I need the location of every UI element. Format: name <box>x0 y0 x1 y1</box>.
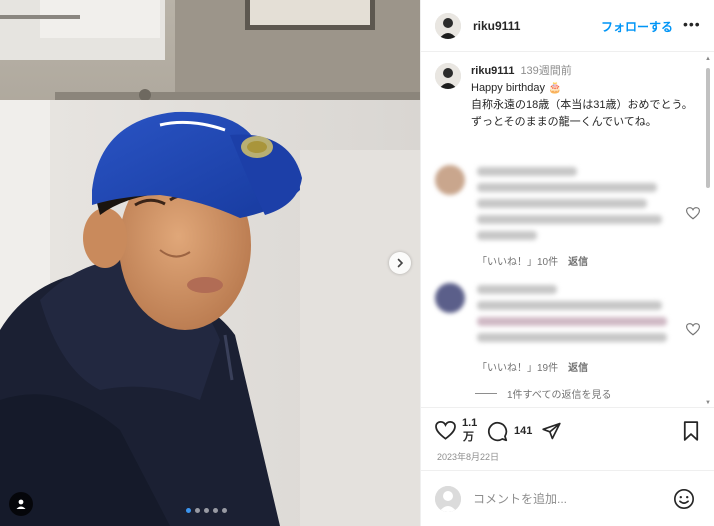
bookmark-icon[interactable] <box>683 421 699 441</box>
blurred-text <box>477 183 657 192</box>
carousel-dot <box>222 508 227 513</box>
emoji-icon[interactable] <box>673 488 695 510</box>
caption-line: 自称永遠の18歳（本当は31歳）おめでとう。 <box>471 99 693 111</box>
scroll-up-arrow[interactable]: ▲ <box>705 56 711 62</box>
comment-like-icon[interactable] <box>686 207 700 220</box>
caption-line: Happy birthday 🎂 <box>471 82 562 94</box>
chevron-right-icon <box>397 258 404 268</box>
comment-input[interactable] <box>473 492 663 506</box>
photo-image <box>0 0 420 526</box>
share-icon[interactable] <box>541 421 562 441</box>
caption-avatar[interactable] <box>435 63 461 89</box>
caption-line: ずっとそのままの龍一くんでいてね。 <box>471 116 657 128</box>
post-header: riku9111 フォローする ••• <box>421 0 714 52</box>
divider-line <box>475 393 497 394</box>
user-tag-button[interactable] <box>9 492 33 516</box>
comment-likes[interactable]: 「いいね！」10件 <box>477 253 558 268</box>
comment-avatar <box>435 283 465 313</box>
default-avatar-icon <box>435 486 461 512</box>
comment-item: 「いいね！」10件 返信 <box>435 165 705 268</box>
blurred-text <box>477 317 667 326</box>
caption-time: 139週間前 <box>520 65 572 77</box>
avatar[interactable] <box>435 12 461 39</box>
carousel-dot <box>186 508 191 513</box>
heart-icon[interactable] <box>435 421 456 440</box>
blurred-text <box>477 301 662 310</box>
caption-username[interactable]: riku9111 <box>471 65 514 77</box>
like-count-top[interactable]: 1.1 <box>462 417 477 429</box>
avatar-image <box>435 12 461 39</box>
carousel-dot <box>204 508 209 513</box>
header-username[interactable]: riku9111 <box>473 19 520 33</box>
scroll-down-arrow[interactable]: ▼ <box>705 400 711 406</box>
reply-button[interactable]: 返信 <box>568 359 588 374</box>
like-count-unit[interactable]: 万 <box>463 431 474 443</box>
comment-icon[interactable] <box>487 421 508 442</box>
blurred-text <box>477 231 537 240</box>
current-user-avatar <box>435 486 461 512</box>
comment-item: 「いいね！」19件 返信 <box>435 283 705 383</box>
post-caption: riku9111 139週間前 Happy birthday 🎂 自称永遠の18歳… <box>435 63 705 131</box>
view-replies-button[interactable]: 1件すべての返信を見る <box>475 386 611 401</box>
comment-like-icon[interactable] <box>686 323 700 336</box>
follow-button[interactable]: フォローする <box>601 18 673 35</box>
scroll-thumb[interactable] <box>706 68 710 188</box>
user-tag-icon <box>16 499 26 509</box>
scrollbar[interactable]: ▲ ▼ <box>705 56 711 406</box>
action-bar: 1.1 万 141 2023年8月22日 <box>421 407 714 467</box>
blurred-text <box>477 285 557 294</box>
comment-avatar <box>435 165 465 195</box>
carousel-next-button[interactable] <box>389 252 411 274</box>
view-replies-label: 1件すべての返信を見る <box>507 390 612 401</box>
carousel-dot <box>213 508 218 513</box>
post-modal: riku9111 フォローする ••• riku9111 139週間前 Happ… <box>0 0 714 526</box>
more-options-button[interactable]: ••• <box>683 16 701 32</box>
reply-button[interactable]: 返信 <box>568 253 588 268</box>
caption-text: riku9111 139週間前 Happy birthday 🎂 自称永遠の18歳… <box>471 63 701 131</box>
comments-area[interactable]: riku9111 139週間前 Happy birthday 🎂 自称永遠の18歳… <box>421 53 714 407</box>
comment-count[interactable]: 141 <box>514 425 532 437</box>
blurred-text <box>477 215 662 224</box>
comment-bar <box>421 470 714 526</box>
post-photo[interactable] <box>0 0 420 526</box>
blurred-text <box>477 167 577 176</box>
comment-meta: 「いいね！」10件 返信 <box>477 253 588 268</box>
blurred-text <box>477 333 667 342</box>
avatar-image <box>435 63 461 89</box>
blurred-text <box>477 199 647 208</box>
post-side-panel: riku9111 フォローする ••• riku9111 139週間前 Happ… <box>420 0 714 526</box>
comment-likes[interactable]: 「いいね！」19件 <box>477 359 558 374</box>
carousel-dot <box>195 508 200 513</box>
comment-meta: 「いいね！」19件 返信 <box>477 359 588 374</box>
carousel-indicator <box>186 508 227 513</box>
post-date: 2023年8月22日 <box>437 452 500 462</box>
